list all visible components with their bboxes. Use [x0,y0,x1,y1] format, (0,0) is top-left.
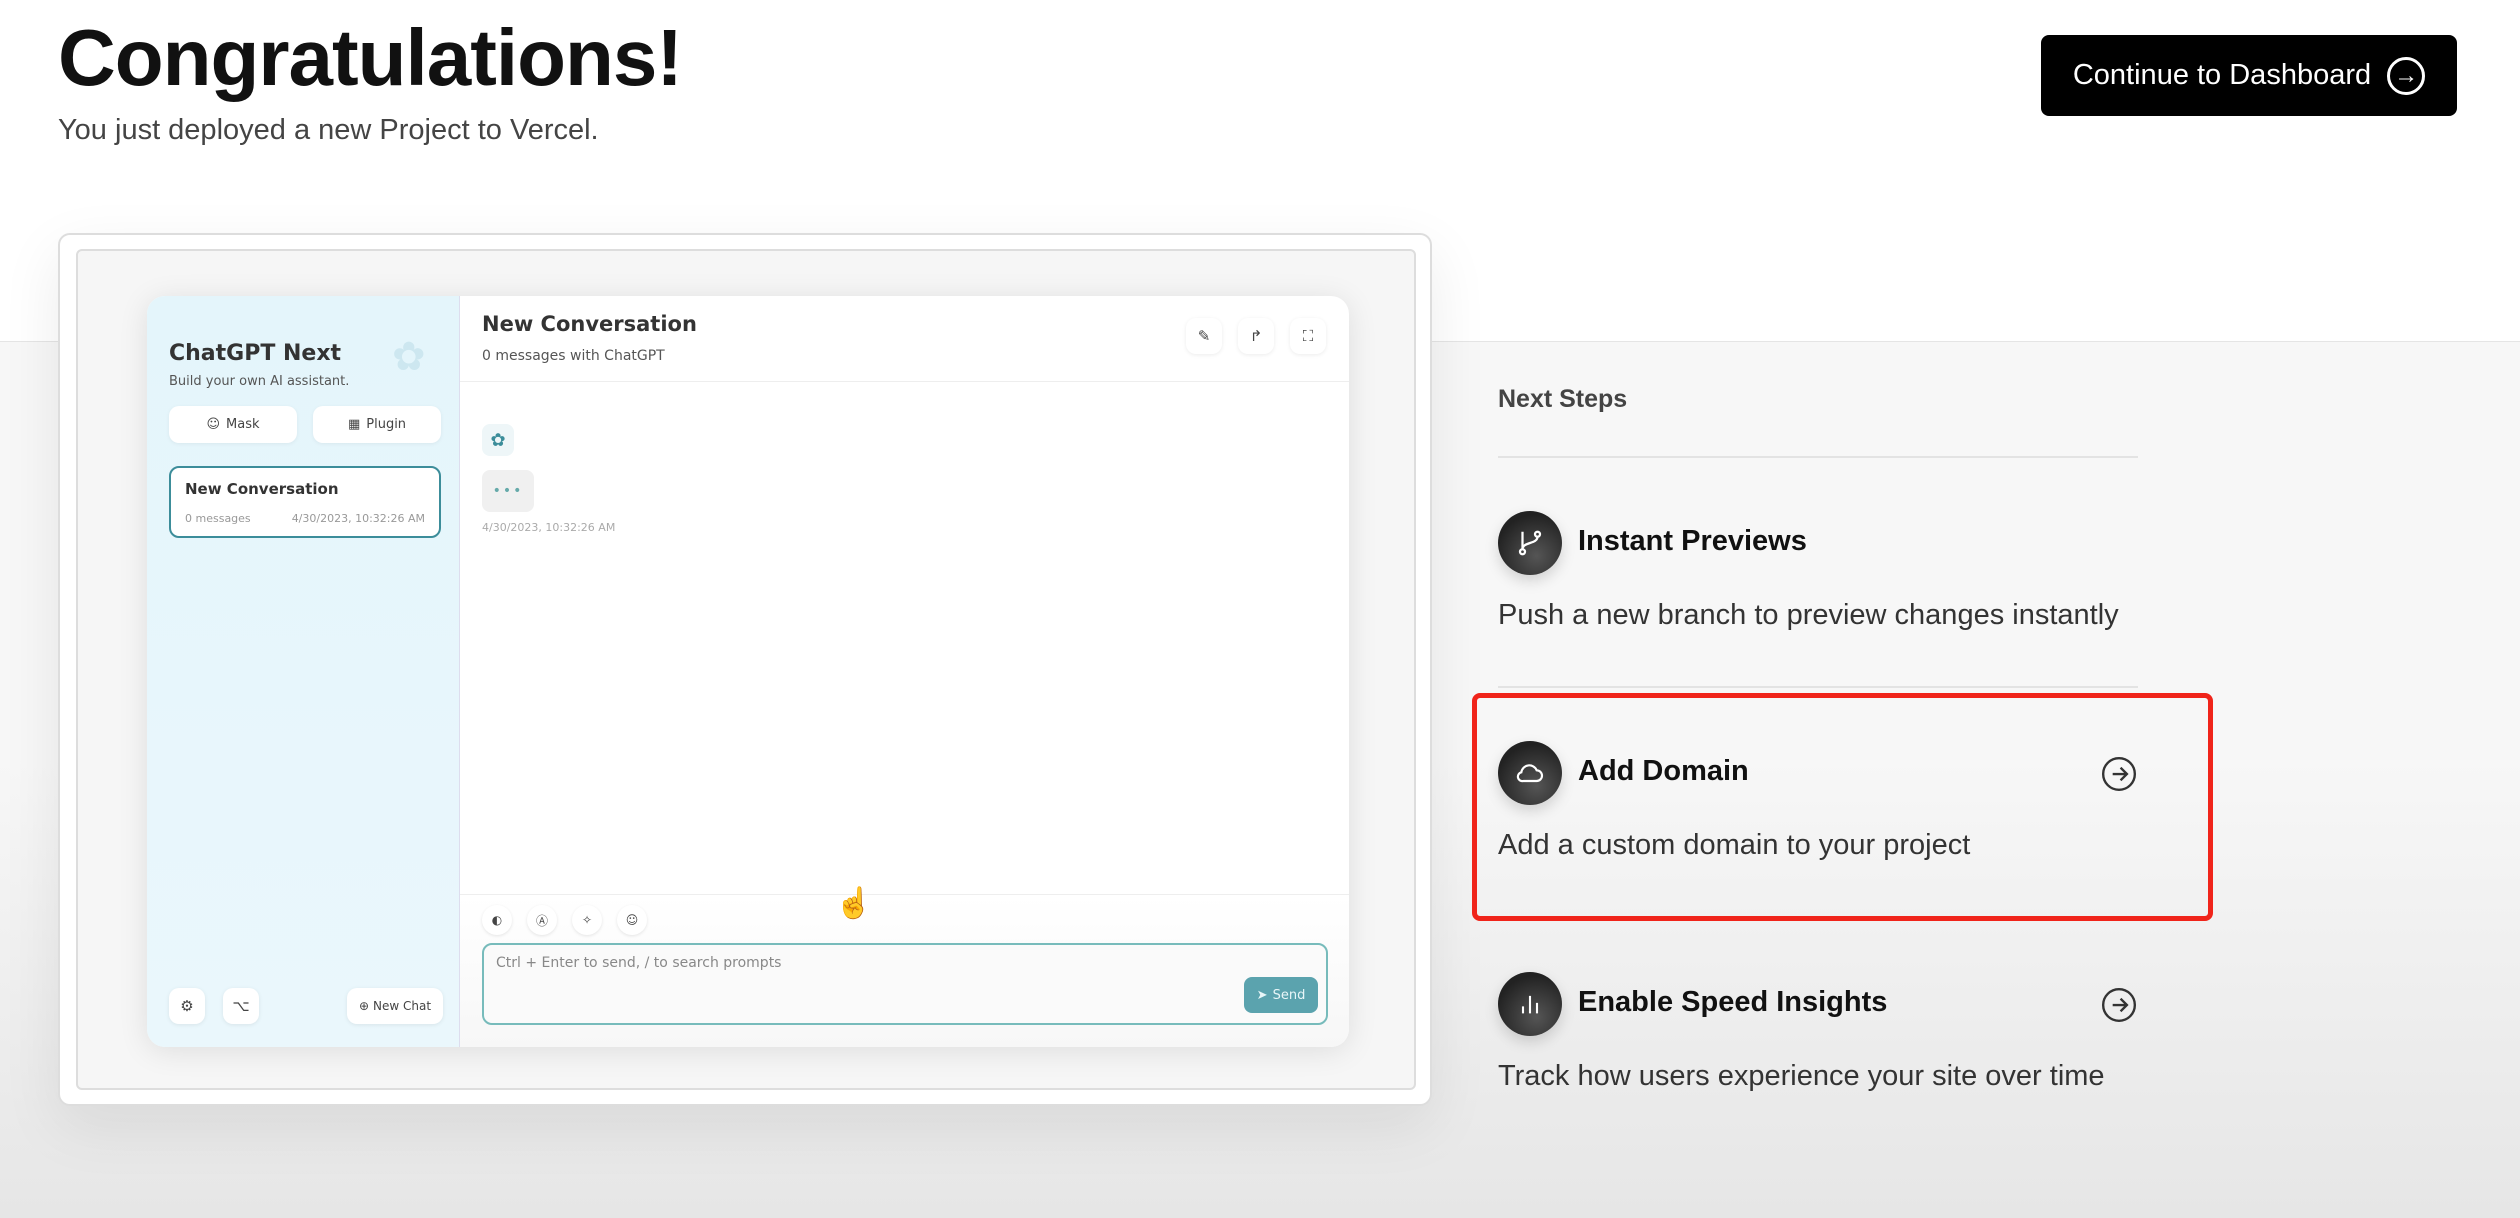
openai-logo-icon: ✿ [392,334,426,380]
bot-avatar-icon: ✿ [482,424,514,456]
conversation-count: 0 messages [185,512,251,525]
app-name: ChatGPT Next [169,341,342,366]
plus-circle-icon: ⊕ [358,999,370,1013]
fullscreen-icon: ⛶ [1290,318,1326,354]
button-label: Continue to Dashboard [2072,59,2372,91]
send-button: ➤ Send [1244,977,1318,1013]
conversation-date: 4/30/2023, 10:32:26 AM [291,512,425,525]
app-tagline: Build your own AI assistant. [169,374,350,389]
message-date: 4/30/2023, 10:32:26 AM [482,521,616,534]
plugin-button: ▦ Plugin [313,406,441,443]
new-chat-label: New Chat [373,999,432,1013]
arrow-right-circle-icon[interactable] [2100,986,2138,1024]
step-instant-previews[interactable]: Instant Previews Push a new branch to pr… [1498,511,2138,641]
git-branch-icon [1498,511,1562,575]
hand-cursor-icon: ☝ [835,887,873,920]
continue-to-dashboard-button[interactable]: Continue to Dashboard → [2041,35,2457,116]
mask-button: ☺ Mask [169,406,297,443]
bar-chart-icon [1498,972,1562,1036]
preview-sidebar: ChatGPT Next Build your own AI assistant… [147,296,460,1047]
divider [1498,456,2138,458]
arrow-right-circle-icon: → [2387,56,2426,95]
auto-icon: Ⓐ [527,905,557,935]
settings-icon: ⚙ [169,988,205,1024]
chat-input: Ctrl + Enter to send, / to search prompt… [482,943,1328,1025]
divider [1498,686,2138,688]
step-title: Enable Speed Insights [1578,986,1888,1018]
mask-label: Mask [226,417,260,432]
preview-app-screenshot: ChatGPT Next Build your own AI assistant… [147,296,1349,1047]
new-chat-button: ⊕ New Chat [347,988,443,1024]
conversation-title: New Conversation [185,480,339,498]
preview-chat-main: New Conversation 0 messages with ChatGPT… [460,296,1349,1047]
input-placeholder: Ctrl + Enter to send, / to search prompt… [496,955,782,971]
magic-wand-icon: ✧ [572,905,602,935]
next-steps-label: Next Steps [1498,385,1628,413]
deployment-preview-card[interactable]: ChatGPT Next Build your own AI assistant… [58,233,1432,1106]
conversation-item: New Conversation 0 messages 4/30/2023, 10… [169,466,441,538]
step-description: Push a new branch to preview changes ins… [1498,599,2119,631]
highlight-box [1472,693,2213,921]
page-title: Congratulations! [58,13,683,102]
plugin-label: Plugin [366,417,407,432]
step-enable-speed-insights[interactable]: Enable Speed Insights Track how users ex… [1498,972,2138,1102]
chat-input-area: ◐ Ⓐ ✧ ☺ Ctrl + Enter to send, / to searc… [460,894,1349,1047]
share-icon: ↱ [1238,318,1274,354]
typing-indicator: ••• [482,470,534,512]
github-icon: ⌥ [223,988,259,1024]
page-subtitle: You just deployed a new Project to Verce… [58,114,599,146]
theme-icon: ◐ [482,905,512,935]
grid-icon: ▦ [347,417,361,432]
send-icon: ➤ [1256,987,1268,1003]
edit-icon: ✎ [1186,318,1222,354]
send-label: Send [1272,987,1306,1003]
step-title: Instant Previews [1578,525,1807,557]
step-description: Track how users experience your site ove… [1498,1060,2105,1092]
preview-frame: ChatGPT Next Build your own AI assistant… [76,249,1416,1090]
mask-icon: ☺ [206,417,221,432]
mask-icon: ☺ [617,905,647,935]
